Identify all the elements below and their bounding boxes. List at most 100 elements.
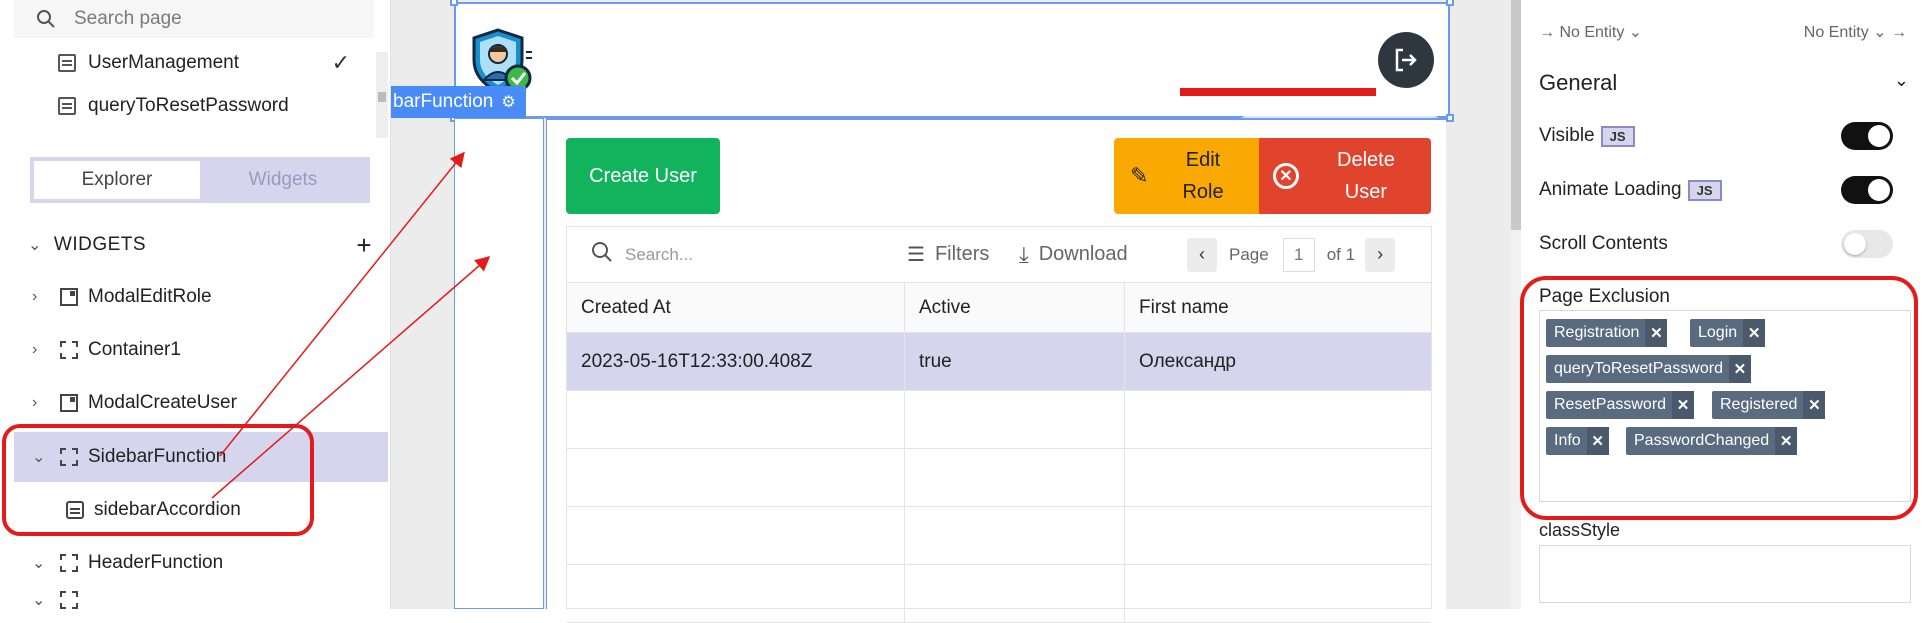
pencil-icon: ✎ bbox=[1130, 163, 1149, 188]
delete-user-line2: User bbox=[1344, 181, 1388, 203]
download-icon: ⤓ bbox=[1019, 241, 1029, 267]
resize-handle[interactable] bbox=[1446, 114, 1454, 122]
delete-user-label: Delete User bbox=[1337, 144, 1395, 208]
search-icon bbox=[36, 9, 56, 29]
widget-modaleditrole[interactable]: › ModalEditRole bbox=[14, 272, 384, 322]
table-search-placeholder[interactable]: Search... bbox=[625, 245, 693, 265]
prop-label: Animate Loading bbox=[1539, 179, 1682, 200]
entity-selector-row: → No Entity ⌄ No Entity ⌄ → bbox=[1521, 22, 1915, 52]
check-icon: ✓ bbox=[331, 50, 350, 75]
annotation-highlight-sidebar bbox=[2, 424, 314, 536]
prop-visible: Visible JS bbox=[1539, 118, 1909, 154]
entity-selector-left[interactable]: → No Entity ⌄ bbox=[1539, 22, 1642, 42]
next-page-button[interactable]: › bbox=[1365, 237, 1396, 272]
table-search[interactable]: Search... bbox=[591, 241, 693, 269]
edit-role-line1: Edit bbox=[1185, 149, 1221, 171]
widget-modalcreateuser[interactable]: › ModalCreateUser bbox=[14, 378, 384, 428]
selected-widget-label[interactable]: barFunction ⚙ bbox=[391, 86, 526, 118]
page-input[interactable]: 1 bbox=[1282, 237, 1315, 272]
edit-role-button[interactable]: ✎ Edit Role bbox=[1114, 138, 1259, 214]
close-circle-icon: ✕ bbox=[1273, 163, 1299, 189]
chevron-down-icon[interactable]: ⌄ bbox=[28, 235, 42, 255]
download-label: Download bbox=[1038, 243, 1128, 265]
table-header: Created At Active First name bbox=[567, 283, 1431, 333]
prev-page-button[interactable]: ‹ bbox=[1187, 237, 1217, 272]
download-button[interactable]: ⤓ Download bbox=[1019, 242, 1128, 268]
general-section-title: General bbox=[1539, 70, 1618, 95]
general-section-header[interactable]: General ⌄ bbox=[1539, 70, 1909, 96]
widget-partial[interactable]: ⌄ bbox=[14, 591, 384, 609]
animate-loading-toggle[interactable] bbox=[1841, 176, 1893, 204]
modal-icon bbox=[60, 288, 78, 306]
page-label: Page bbox=[1229, 244, 1269, 264]
filters-label: Filters bbox=[934, 243, 990, 265]
chevron-down-icon[interactable]: ⌄ bbox=[32, 553, 50, 573]
delete-user-line1: Delete bbox=[1337, 149, 1395, 171]
table-cell: true bbox=[905, 333, 1125, 390]
search-icon bbox=[591, 241, 613, 269]
js-toggle-badge[interactable]: JS bbox=[1600, 125, 1635, 147]
page-icon bbox=[58, 54, 76, 72]
chevron-down-icon[interactable]: ⌄ bbox=[1894, 70, 1909, 91]
users-table: Search... ☰ Filters ⤓ Download ‹ Page 1 … bbox=[566, 226, 1432, 623]
visible-toggle[interactable] bbox=[1841, 122, 1893, 150]
selected-widget-name: barFunction bbox=[393, 91, 494, 112]
column-header-active[interactable]: Active bbox=[905, 283, 1125, 332]
container-icon bbox=[60, 591, 78, 609]
column-header-first-name[interactable]: First name bbox=[1125, 283, 1431, 332]
header-function-widget[interactable] bbox=[454, 2, 1450, 118]
class-style-label: classStyle bbox=[1539, 520, 1621, 540]
explorer-tabs: Explorer Widgets bbox=[30, 157, 370, 203]
delete-user-button[interactable]: ✕ Delete User bbox=[1259, 138, 1431, 214]
table-row[interactable]: 2023-05-16T12:33:00.408Z true Олександр bbox=[567, 333, 1431, 391]
create-user-button[interactable]: Create User bbox=[566, 138, 720, 214]
page-search[interactable]: Search page bbox=[14, 0, 374, 38]
page-of-label: of 1 bbox=[1326, 244, 1356, 264]
logout-button[interactable] bbox=[1378, 32, 1434, 88]
column-header-created-at[interactable]: Created At bbox=[567, 283, 905, 332]
page-item-label: UserManagement bbox=[88, 52, 240, 73]
widget-headerfunction[interactable]: ⌄ HeaderFunction bbox=[14, 538, 384, 588]
prop-animate-loading: Animate Loading JS bbox=[1539, 172, 1909, 208]
table-row-empty bbox=[567, 391, 1431, 449]
page-icon bbox=[58, 97, 76, 115]
chevron-right-icon[interactable]: › bbox=[32, 394, 50, 412]
entity-selector-right[interactable]: No Entity ⌄ → bbox=[1804, 22, 1907, 42]
widgets-header[interactable]: ⌄ WIDGETS + bbox=[14, 225, 384, 265]
chevron-right-icon[interactable]: › bbox=[32, 341, 50, 359]
widgets-header-label: WIDGETS bbox=[53, 234, 147, 255]
widget-container1[interactable]: › Container1 bbox=[14, 325, 384, 375]
prop-label: Scroll Contents bbox=[1539, 233, 1668, 254]
logout-icon bbox=[1395, 48, 1417, 72]
gear-icon[interactable]: ⚙ bbox=[501, 92, 515, 112]
pages-scrollbar[interactable] bbox=[376, 52, 388, 138]
container-icon bbox=[60, 341, 78, 359]
page-search-placeholder[interactable]: Search page bbox=[74, 8, 182, 30]
prop-scroll-contents: Scroll Contents bbox=[1539, 226, 1909, 262]
add-widget-icon[interactable]: + bbox=[356, 230, 372, 261]
table-row-empty bbox=[567, 507, 1431, 565]
resize-handle[interactable] bbox=[450, 0, 458, 6]
annotation-underline bbox=[1180, 88, 1376, 96]
container-icon bbox=[60, 554, 78, 572]
chevron-down-icon[interactable]: ⌄ bbox=[32, 591, 50, 609]
modal-icon bbox=[60, 394, 78, 412]
edit-role-line2: Role bbox=[1182, 181, 1224, 203]
page-item-querytoresetpassword[interactable]: queryToResetPassword bbox=[14, 81, 374, 131]
js-toggle-badge[interactable]: JS bbox=[1687, 179, 1722, 201]
tab-widgets[interactable]: Widgets bbox=[200, 161, 366, 199]
filters-button[interactable]: ☰ Filters bbox=[907, 242, 989, 267]
widget-label: ModalEditRole bbox=[88, 286, 212, 307]
page-item-label: queryToResetPassword bbox=[88, 95, 289, 116]
scroll-contents-toggle[interactable] bbox=[1841, 230, 1893, 258]
tab-explorer[interactable]: Explorer bbox=[34, 161, 200, 199]
resize-handle[interactable] bbox=[1446, 0, 1454, 6]
edit-role-label: Edit Role bbox=[1182, 144, 1223, 208]
explorer-panel: Search page UserManagement ✓ queryToRese… bbox=[0, 0, 390, 609]
table-row-empty bbox=[567, 565, 1431, 623]
prop-label: Visible bbox=[1539, 125, 1595, 146]
class-style-input[interactable] bbox=[1539, 545, 1911, 603]
pagination: ‹ Page 1 of 1 › bbox=[1187, 237, 1396, 272]
chevron-right-icon[interactable]: › bbox=[32, 288, 50, 306]
sidebar-function-widget[interactable] bbox=[454, 118, 544, 609]
